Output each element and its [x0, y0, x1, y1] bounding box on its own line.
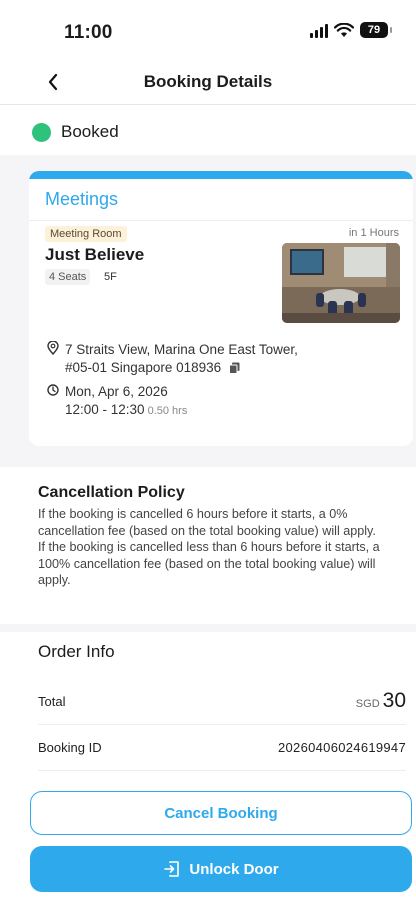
cancel-booking-label: Cancel Booking [164, 804, 278, 822]
address-line-2: #05-01 Singapore 018936 [65, 360, 222, 375]
policy-line-2: If the booking is cancelled less than 6 … [38, 540, 380, 587]
unlock-door-button[interactable]: Unlock Door [30, 846, 412, 892]
total-label: Total [38, 693, 66, 709]
currency-label: SGD [355, 698, 380, 710]
status-bar: 11:00 79 [0, 0, 416, 64]
booking-status: Booked [0, 112, 416, 152]
card-category-title: Meetings [45, 189, 119, 209]
status-time: 11:00 [64, 22, 113, 43]
cancellation-policy: Cancellation Policy If the booking is ca… [38, 484, 383, 589]
order-total-row: Total SGD 30 [38, 678, 406, 725]
policy-text: If the booking is cancelled 6 hours befo… [38, 506, 383, 589]
battery-level: 79 [367, 24, 381, 36]
booking-card: Meetings Meeting Room in 1 Hours Just Be… [29, 171, 413, 446]
status-dot-icon [32, 123, 51, 142]
battery-icon: 79 [360, 22, 392, 38]
booking-time-range: 12:00 - 12:30 [65, 402, 145, 417]
booking-date: Mon, Apr 6, 2026 [65, 384, 168, 399]
booking-duration: 0.50 hrs [147, 405, 188, 417]
room-type-badge: Meeting Room [45, 226, 127, 242]
cancel-booking-button[interactable]: Cancel Booking [30, 791, 412, 835]
policy-line-1: If the booking is cancelled 6 hours befo… [38, 507, 376, 538]
card-divider [29, 220, 413, 221]
policy-title: Cancellation Policy [38, 484, 185, 501]
booking-id-row: Booking ID 20260406024619947 [38, 724, 406, 771]
floor-label: 5F [104, 271, 117, 283]
seats-badge: 4 Seats [45, 269, 91, 285]
unlock-door-label: Unlock Door [189, 860, 279, 878]
door-enter-icon [164, 861, 180, 877]
section-divider [0, 624, 416, 632]
page-title: Booking Details [143, 72, 273, 91]
clock-icon [47, 384, 59, 396]
wifi-icon [334, 22, 354, 37]
booking-datetime: Mon, Apr 6, 2026 12:00 - 12:30 0.50 hrs [65, 383, 187, 420]
copy-icon[interactable] [228, 362, 240, 375]
address: 7 Straits View, Marina One East Tower, #… [65, 341, 385, 377]
nav-bar: Booking Details [0, 64, 416, 105]
status-label: Booked [61, 122, 119, 141]
status-icons: 79 [310, 22, 392, 38]
total-value: SGD 30 [356, 689, 406, 713]
room-photo[interactable] [282, 243, 400, 323]
booking-id-value: 20260406024619947 [277, 739, 406, 755]
address-line-1: 7 Straits View, Marina One East Tower, [65, 342, 298, 357]
location-pin-icon [47, 341, 59, 355]
total-amount: 30 [382, 689, 406, 712]
card-accent-bar [29, 171, 413, 179]
order-info-title: Order Info [38, 642, 115, 661]
booking-id-label: Booking ID [38, 739, 102, 755]
room-name: Just Believe [45, 245, 145, 264]
time-until-start: in 1 Hours [348, 227, 399, 239]
cellular-signal-icon [310, 22, 328, 38]
